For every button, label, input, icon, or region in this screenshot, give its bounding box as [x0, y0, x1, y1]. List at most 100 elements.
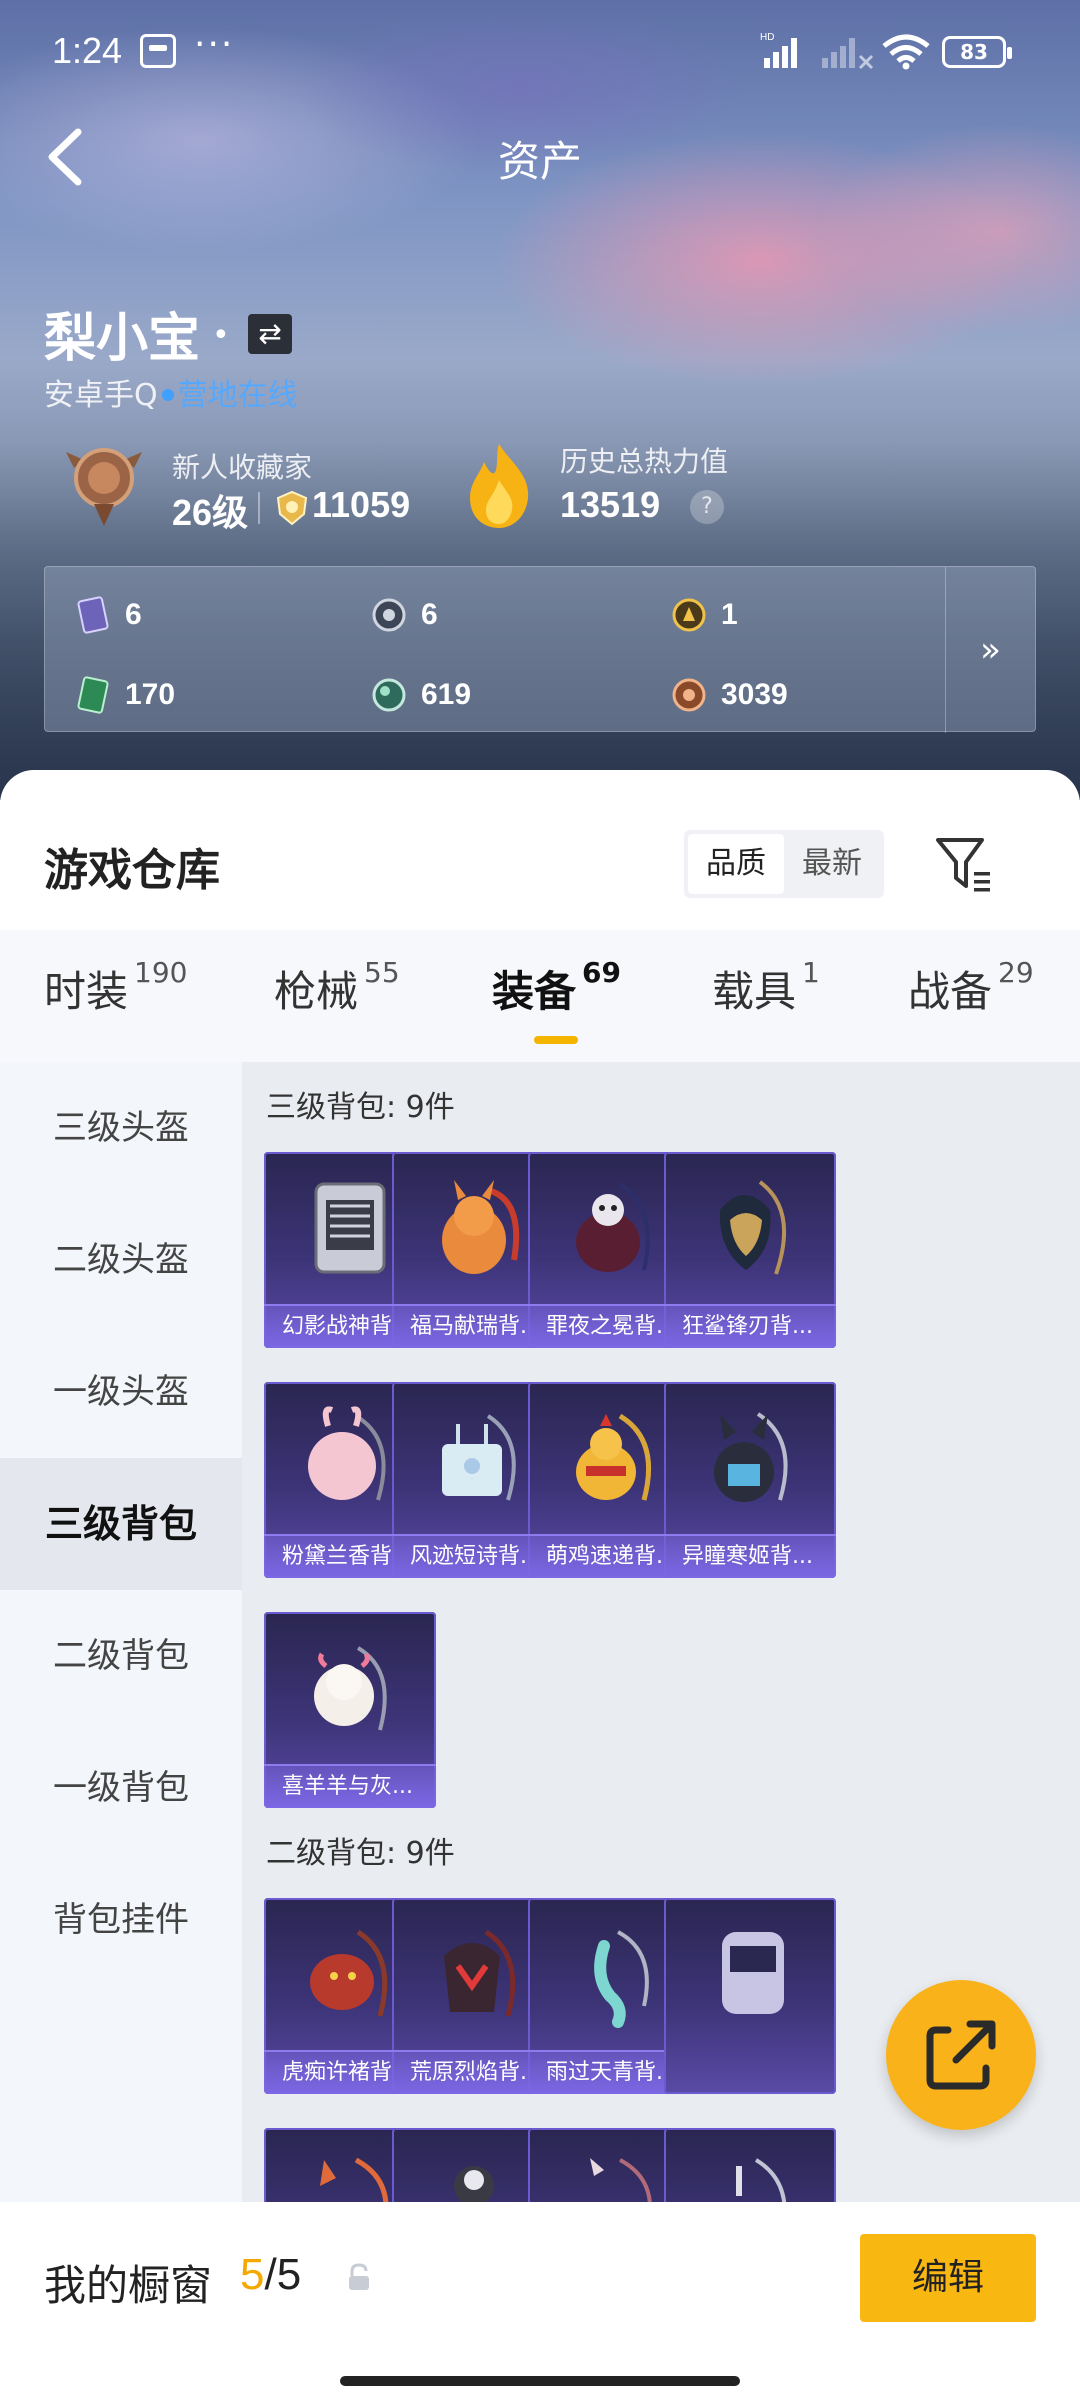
gold-badge-icon [672, 598, 706, 632]
name-separator: • [212, 318, 230, 353]
backpack-icon [714, 1412, 788, 1502]
asset-value: 170 [125, 678, 176, 711]
asset-value: 6 [421, 598, 438, 631]
backpack-icon [308, 1406, 386, 1501]
section-title: 二级背包: 9件 [266, 1836, 455, 1871]
backpack-icon [719, 1180, 787, 1275]
filter-icon[interactable] [934, 832, 994, 896]
asset-value: 619 [421, 678, 472, 711]
sort-toggle: 品质 最新 [684, 830, 884, 898]
tab-label: 载具 [712, 967, 797, 1016]
svg-text:HD: HD [760, 32, 774, 43]
item-name: 异瞳寒姬背... [664, 1534, 836, 1578]
asset-value: 6 [125, 598, 142, 631]
backpack-icon [442, 1180, 520, 1274]
tab-label: 时装 [44, 967, 129, 1016]
help-icon[interactable]: ? [690, 490, 724, 524]
side-item-helmet-1[interactable]: 一级头盔 [0, 1326, 242, 1458]
asset-value: 3039 [721, 678, 788, 711]
username: 梨小宝 [44, 309, 201, 369]
rank-title: 新人收藏家 [172, 451, 313, 484]
side-item-backpack-1[interactable]: 一级背包 [0, 1722, 242, 1854]
item-grid: 三级背包: 9件 幻影战神背... 福马献瑞背... 罪夜之冕背... 狂鲨锋刃… [242, 1062, 1080, 2400]
tab-label: 战备 [908, 967, 993, 1016]
edit-button[interactable]: 编辑 [860, 2234, 1036, 2322]
backpack-icon [594, 1930, 649, 2028]
asset-item: 170 [75, 671, 175, 719]
heat-title: 历史总热力值 [560, 445, 729, 478]
coin-icon [276, 490, 308, 526]
more-notifications-icon: ··· [194, 24, 235, 65]
tab-equipment[interactable]: 装备 69 [492, 956, 621, 1019]
side-item-helmet-2[interactable]: 二级头盔 [0, 1194, 242, 1326]
asset-item: 6 [75, 591, 142, 639]
card-icon [77, 596, 109, 634]
asset-item: 3039 [671, 671, 788, 719]
showcase-label: 我的橱窗 [44, 2261, 213, 2310]
warehouse-title: 游戏仓库 [44, 845, 220, 896]
asset-value: 1 [721, 598, 738, 631]
section-title: 三级背包: 9件 [266, 1090, 455, 1125]
collector-rank-icon [66, 448, 142, 526]
account-info: 安卓手Q 营地在线 [44, 370, 298, 414]
item-card[interactable]: 狂鲨锋刃背... [664, 1152, 836, 1348]
notification-app-icon [140, 34, 176, 68]
wifi-icon [882, 34, 930, 70]
tab-fashion[interactable]: 时装 190 [44, 956, 187, 1019]
item-card[interactable] [664, 1898, 836, 2094]
backpack-icon [444, 1929, 516, 2017]
lock-icon [349, 2263, 369, 2290]
share-icon [926, 2020, 996, 2090]
backpack-icon [722, 1932, 784, 2014]
online-dot-icon [161, 388, 174, 401]
backpack-icon [314, 1182, 386, 1274]
page-title: 资产 [497, 137, 582, 186]
online-status: 营地在线 [177, 378, 298, 413]
tab-count: 29 [998, 956, 1034, 989]
assets-more-button[interactable]: » [945, 567, 1035, 733]
subcategory-list: 三级头盔 二级头盔 一级头盔 三级背包 二级背包 一级背包 背包挂件 [0, 1062, 242, 2400]
item-card[interactable]: 异瞳寒姬背... [664, 1382, 836, 1578]
switch-account-button[interactable]: ⇄ [248, 314, 292, 354]
orb-icon [372, 678, 406, 712]
battery-indicator: 83 [942, 36, 1012, 68]
side-item-pendant[interactable]: 背包挂件 [0, 1854, 242, 1986]
sort-newest-button[interactable]: 最新 [784, 834, 880, 894]
showcase-bar: 我的橱窗 5/5 编辑 [0, 2202, 1080, 2400]
warehouse-sheet: 游戏仓库 品质 最新 时装 190 枪械 55 装备 69 载具 1 战备 29 三级头盔… [0, 770, 1080, 2400]
heat-value: 13519 [560, 484, 661, 525]
backpack-icon [576, 1182, 650, 1272]
tab-label: 装备 [492, 967, 577, 1016]
item-name: 喜羊羊与灰... [264, 1764, 436, 1808]
coin-value: 11059 [312, 484, 411, 525]
sort-quality-button[interactable]: 品质 [688, 834, 784, 894]
side-item-helmet-3[interactable]: 三级头盔 [0, 1062, 242, 1194]
asset-item: 6 [371, 591, 438, 639]
active-tab-indicator [534, 1036, 578, 1044]
status-bar: 1:24 ··· HD 83 [0, 0, 1080, 100]
tab-weapons[interactable]: 枪械 55 [274, 956, 400, 1019]
side-item-backpack-3[interactable]: 三级背包 [0, 1458, 242, 1590]
fire-icon [470, 444, 529, 528]
item-card[interactable]: 喜羊羊与灰... [264, 1612, 436, 1808]
tab-count: 1 [802, 956, 820, 989]
share-button[interactable] [886, 1980, 1036, 2130]
tab-count: 69 [582, 956, 621, 989]
backpack-icon [442, 1414, 516, 1501]
assets-panel: 6 6 1 170 619 3039 » [44, 566, 1036, 733]
rank-level: 26级 [172, 492, 249, 533]
showcase-current: 5 [240, 2250, 265, 2299]
tab-combat-gear[interactable]: 战备 29 [908, 956, 1034, 1019]
asset-item: 1 [671, 591, 738, 639]
side-item-backpack-2[interactable]: 二级背包 [0, 1590, 242, 1722]
tab-count: 55 [364, 956, 400, 989]
item-name: 狂鲨锋刃背... [664, 1304, 836, 1348]
showcase-count: 5/5 [240, 2250, 301, 2300]
platform-label: 安卓手Q [44, 378, 158, 413]
gear-badge-icon [372, 598, 406, 632]
bronze-coin-icon [672, 678, 706, 712]
backpack-icon [310, 1929, 388, 2017]
tab-vehicles[interactable]: 载具 1 [712, 956, 820, 1019]
backpack-icon [576, 1413, 652, 1501]
divider [258, 492, 260, 524]
